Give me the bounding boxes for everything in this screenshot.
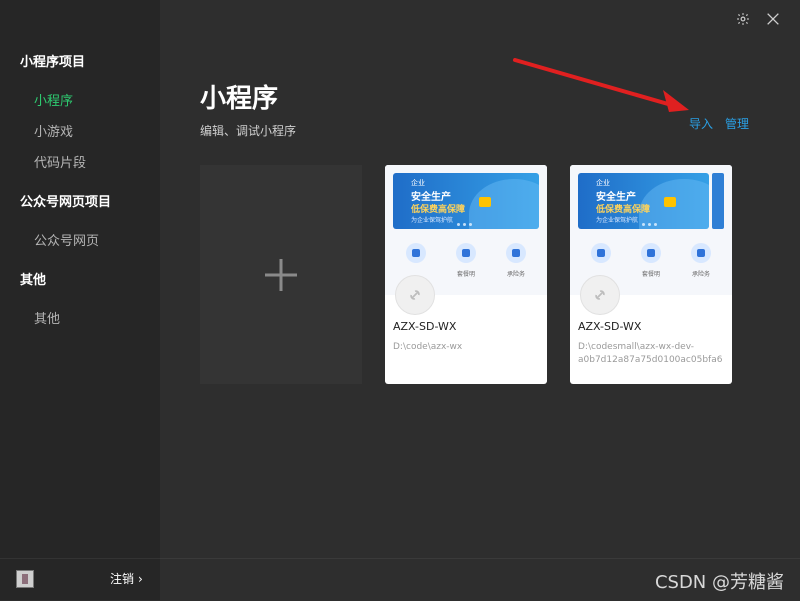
service-icon xyxy=(641,243,661,263)
service-label: 套餐明 xyxy=(641,271,660,278)
watermark: CSDN @芳糖酱 xyxy=(654,572,784,593)
sidebar-item-minigame[interactable]: 小游戏 xyxy=(34,121,73,140)
project-banner: 企业 安全生产 低保费高保障 为企业保驾护航 xyxy=(393,173,539,229)
banner-line-2: 安全生产 xyxy=(596,192,636,203)
page-title: 小程序 xyxy=(200,84,279,114)
project-name: AZX-SD-WX xyxy=(393,320,457,333)
service-icon xyxy=(591,243,611,263)
page-subtitle: 编辑、调试小程序 xyxy=(200,124,297,138)
annotation-arrow-icon xyxy=(513,58,689,112)
project-banner: 企业 安全生产 低保费高保障 为企业保驾护航 xyxy=(578,173,709,229)
carousel-dots xyxy=(457,223,472,226)
sidebar-item-miniprogram[interactable]: 小程序 xyxy=(34,90,73,109)
banner-badge xyxy=(664,197,676,207)
banner-line-3: 低保费高保障 xyxy=(596,205,651,215)
service-icon xyxy=(406,243,426,263)
logout-label: 注销 xyxy=(110,572,135,586)
project-name: AZX-SD-WX xyxy=(578,320,642,333)
sidebar-group-official-web: 公众号网页项目 xyxy=(20,195,112,210)
banner-badge xyxy=(479,197,491,207)
service-item: 承险务 xyxy=(493,243,539,283)
manage-link[interactable]: 管理 xyxy=(725,115,749,132)
service-icon xyxy=(506,243,526,263)
gear-icon xyxy=(737,13,749,25)
project-logo xyxy=(580,275,620,315)
close-icon xyxy=(767,13,779,25)
service-item: 套餐明 xyxy=(628,243,674,283)
project-card[interactable]: 企业 安全生产 低保费高保障 为企业保驾护航 套餐明 承险务 AZX-SD-WX… xyxy=(385,165,547,384)
service-label: 承险务 xyxy=(691,271,710,278)
sidebar: 小程序项目 小程序 小游戏 代码片段 公众号网页项目 公众号网页 其他 其他 注… xyxy=(0,0,160,600)
service-item: 套餐明 xyxy=(443,243,489,283)
project-card[interactable]: 企业 安全生产 低保费高保障 为企业保驾护航 套餐明 承险务 AZX-SD-WX xyxy=(570,165,732,384)
banner-line-4: 为企业保驾护航 xyxy=(411,217,454,224)
banner-line-1: 企业 xyxy=(596,179,610,187)
close-button[interactable] xyxy=(764,10,782,28)
banner-line-4: 为企业保驾护航 xyxy=(596,217,639,224)
banner-line-3: 低保费高保障 xyxy=(411,205,466,215)
project-path: D:\code\azx-wx xyxy=(393,342,463,352)
banner-line-2: 安全生产 xyxy=(411,192,451,203)
sidebar-item-other[interactable]: 其他 xyxy=(34,308,60,327)
banner-next-slide xyxy=(712,173,724,229)
sidebar-group-other: 其他 xyxy=(20,273,47,288)
avatar[interactable] xyxy=(16,570,34,588)
settings-button[interactable] xyxy=(734,10,752,28)
sidebar-group-miniprogram: 小程序项目 xyxy=(20,55,86,70)
sidebar-item-official-web[interactable]: 公众号网页 xyxy=(34,230,99,249)
service-icon xyxy=(691,243,711,263)
add-project-card[interactable] xyxy=(200,165,362,384)
footer-divider xyxy=(160,558,800,559)
service-item: 承险务 xyxy=(678,243,724,283)
link-icon xyxy=(410,290,420,300)
service-label: 承险务 xyxy=(506,271,525,278)
sidebar-item-code-snippet[interactable]: 代码片段 xyxy=(34,152,86,171)
window-controls xyxy=(734,10,782,28)
plus-icon xyxy=(265,258,297,291)
project-path: D:\codesmall\azx-wx-dev-a0b7d12a87a75d01… xyxy=(578,342,723,365)
logout-button[interactable]: 注销 › xyxy=(110,570,143,587)
service-label: 套餐明 xyxy=(456,271,475,278)
carousel-dots xyxy=(642,223,657,226)
chevron-right-icon: › xyxy=(138,572,143,586)
service-icon xyxy=(456,243,476,263)
link-icon xyxy=(595,290,605,300)
project-logo xyxy=(395,275,435,315)
banner-line-1: 企业 xyxy=(411,179,425,187)
